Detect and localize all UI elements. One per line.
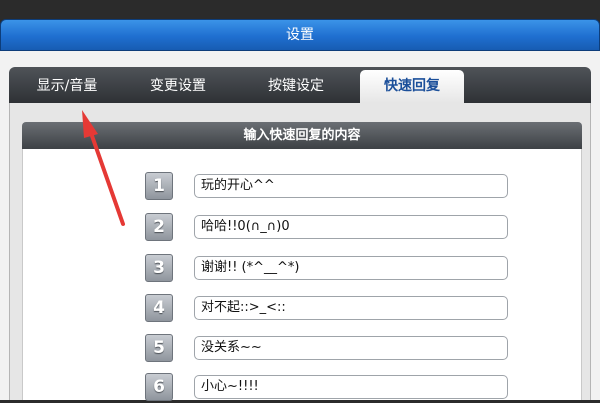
red-arrow-annotation-icon: [82, 110, 125, 226]
